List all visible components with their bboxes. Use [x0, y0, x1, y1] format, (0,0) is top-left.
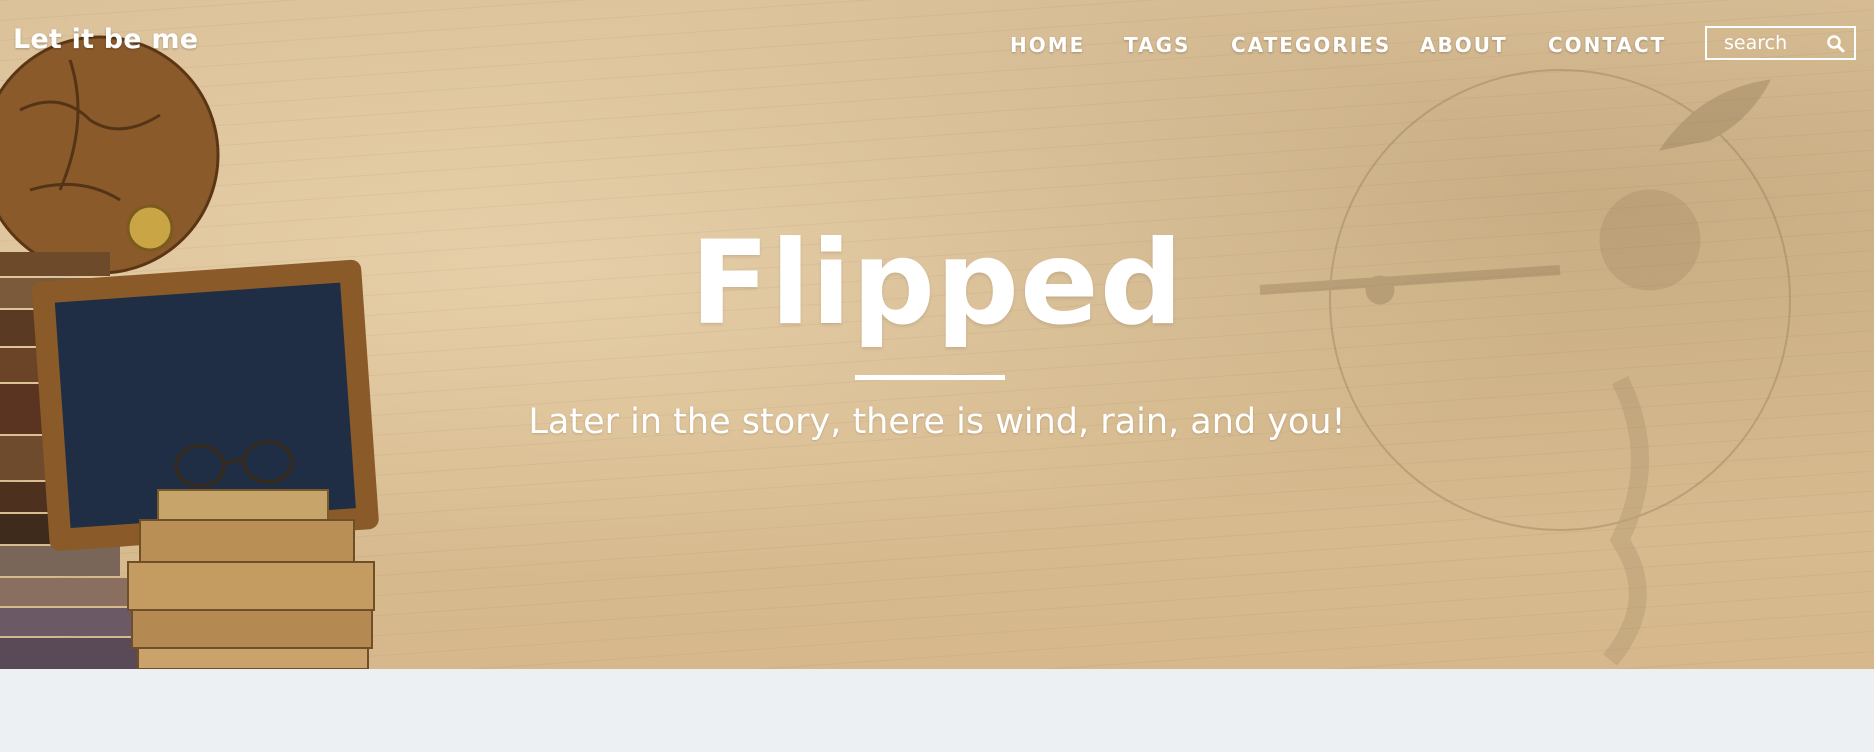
title-underline	[855, 375, 1005, 380]
nav-home[interactable]: HOME	[1010, 33, 1085, 57]
hero-banner: Let it be me HOME TAGS CATEGORIES ABOUT …	[0, 0, 1874, 669]
hero-subtitle: Later in the story, there is wind, rain,…	[528, 402, 1346, 442]
clock-watermark	[1259, 69, 1791, 666]
hero-title: Flipped	[690, 216, 1184, 351]
main-nav: HOME TAGS CATEGORIES ABOUT CONTACT	[1000, 33, 1700, 63]
search-input[interactable]	[1707, 28, 1825, 58]
nav-categories[interactable]: CATEGORIES	[1231, 33, 1391, 57]
nav-contact[interactable]: CONTACT	[1548, 33, 1666, 57]
nav-tags[interactable]: TAGS	[1124, 33, 1190, 57]
nav-about[interactable]: ABOUT	[1420, 33, 1508, 57]
search-icon[interactable]	[1826, 34, 1846, 54]
search-box	[1705, 26, 1856, 60]
site-brand[interactable]: Let it be me	[13, 24, 198, 55]
page-content-area	[0, 669, 1874, 752]
